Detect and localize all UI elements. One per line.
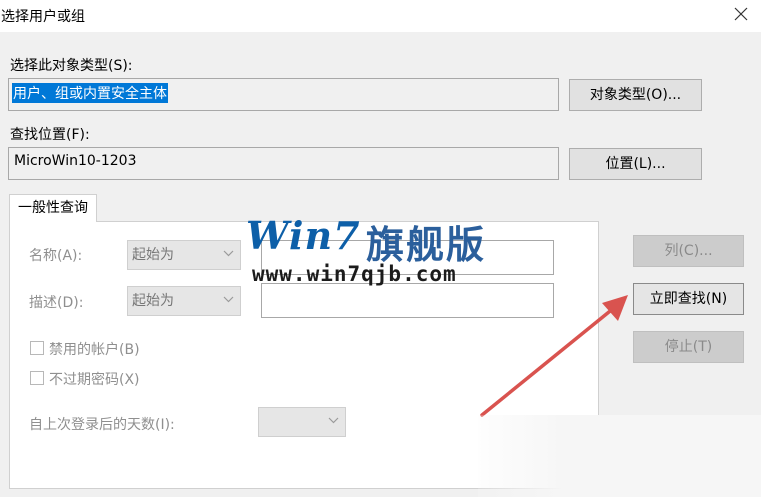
close-button[interactable] <box>727 3 755 27</box>
chevron-down-icon <box>328 417 339 424</box>
disabled-accounts-label: 禁用的帐户(B) <box>49 342 140 358</box>
chevron-down-icon <box>223 250 234 257</box>
tab-common-queries[interactable]: 一般性查询 <box>9 194 97 222</box>
annotation-arrow-icon <box>480 295 628 417</box>
chevron-down-icon <box>223 296 234 303</box>
description-mode-value: 起始为 <box>132 293 174 309</box>
watermark-brand-latin: Win <box>246 213 334 258</box>
description-label: 描述(D): <box>29 295 84 311</box>
location-field[interactable]: MicroWin10-1203 <box>8 147 559 180</box>
window-title: 选择用户或组 <box>1 9 85 25</box>
watermark-logo: Win7 <box>246 213 361 258</box>
disabled-accounts-checkbox[interactable] <box>30 341 44 355</box>
watermark-brand-cn: 旗舰版 <box>366 223 487 267</box>
name-mode-select[interactable]: 起始为 <box>127 240 241 270</box>
name-label: 名称(A): <box>29 248 83 264</box>
days-since-logon-label: 自上次登录后的天数(I): <box>29 417 175 433</box>
non-expiring-password-checkbox[interactable] <box>30 371 44 385</box>
location-value: MicroWin10-1203 <box>14 153 137 169</box>
title-bar <box>0 0 761 32</box>
name-mode-value: 起始为 <box>132 247 174 263</box>
stop-button[interactable]: 停止(T) <box>633 331 744 363</box>
watermark-brand-seven: 7 <box>333 213 361 258</box>
columns-button[interactable]: 列(C)... <box>633 235 744 267</box>
object-type-label: 选择此对象类型(S): <box>10 58 133 74</box>
days-since-logon-select[interactable] <box>258 407 346 437</box>
locations-button[interactable]: 位置(L)... <box>569 148 702 180</box>
image-fade-overlay <box>478 415 761 497</box>
object-type-value: 用户、组或内置安全主体 <box>12 83 168 103</box>
object-types-button[interactable]: 对象类型(O)... <box>569 79 702 111</box>
description-mode-select[interactable]: 起始为 <box>127 286 241 316</box>
location-label: 查找位置(F): <box>10 127 90 143</box>
object-type-field[interactable]: 用户、组或内置安全主体 <box>8 78 559 111</box>
watermark-url: www.win7qjb.com <box>252 262 457 286</box>
find-now-button[interactable]: 立即查找(N) <box>633 283 744 315</box>
close-icon <box>734 7 748 21</box>
non-expiring-password-label: 不过期密码(X) <box>49 372 140 388</box>
